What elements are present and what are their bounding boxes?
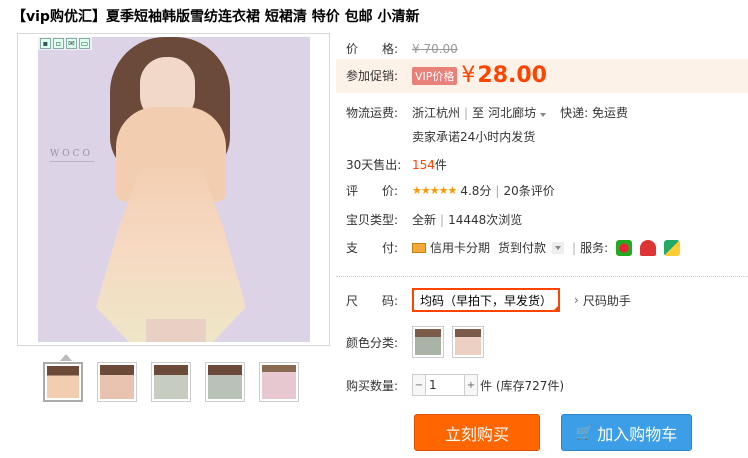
product-main-image[interactable]: WOCO [38, 37, 310, 342]
model-legs [146, 319, 206, 342]
vip-price-badge: VIP价格 [412, 66, 458, 85]
shipping-fee: 快递: 免运费 [560, 106, 628, 120]
heart-guarantee-icon[interactable] [640, 239, 657, 256]
size-row: 尺 码: 均码（早拍下，早发货） › 尺码助手 [346, 288, 631, 312]
credit-installment-link[interactable]: 信用卡分期 [430, 239, 490, 256]
main-image-frame[interactable]: WOCO ▪ ▫ ✉ ▭ [17, 33, 330, 346]
original-price: ¥ 70.00 [412, 41, 458, 56]
cod-link[interactable]: 货到付款 [498, 239, 546, 256]
item-condition: 全新 [412, 213, 437, 227]
thumbnail-3[interactable] [151, 362, 191, 402]
save-icon[interactable]: ▪ [40, 38, 51, 49]
color-option-green[interactable] [412, 326, 444, 358]
seven-day-return-icon[interactable] [616, 239, 633, 256]
print-icon[interactable]: ▫ [53, 38, 64, 49]
service-label: 服务: [580, 241, 609, 255]
sales-unit: 件 [434, 158, 447, 172]
quantity-increase-button[interactable]: + [464, 374, 478, 396]
rating-row: 评 价: ★★★★★ 4.8分 | 20条评价 [346, 182, 555, 199]
view-count: 14448次浏览 [448, 213, 523, 227]
price-label: 价 格: [346, 42, 399, 56]
payment-label: 支 付: [346, 241, 399, 255]
rating-stars-icon: ★★★★★ [412, 184, 457, 197]
credit-card-icon [412, 242, 426, 253]
price-row: 价 格: ¥ 70.00 [346, 40, 458, 57]
color-row: 颜色分类: [346, 326, 492, 358]
review-count-link[interactable]: 20条评价 [503, 182, 554, 199]
quantity-input[interactable] [426, 374, 464, 396]
product-title: 【vip购优汇】夏季短袖韩版雪纺连衣裙 短裙清 特价 包邮 小清新 [12, 9, 420, 25]
rating-score: 4.8分 [460, 184, 492, 198]
buy-now-button[interactable]: 立刻购买 [414, 414, 540, 451]
watermark-rule [50, 161, 94, 189]
thumbnail-1[interactable] [43, 362, 83, 402]
quantity-label: 购买数量: [346, 378, 399, 393]
sales-label: 30天售出: [346, 158, 402, 172]
shipping-label: 物流运费: [346, 106, 399, 120]
ship-from: 浙江杭州 [412, 106, 461, 120]
product-info-panel: 价 格: ¥ 70.00 参加促销: VIP价格 ¥ 28.00 物流运费: 浙… [336, 30, 748, 272]
size-option-onesize[interactable]: 均码（早拍下，早发货） [412, 288, 561, 312]
cart-icon: 🛒 [575, 424, 594, 441]
stock-text: 件 (库存727件) [480, 378, 565, 393]
promo-label: 参加促销: [346, 69, 399, 83]
thumbnail-4[interactable] [205, 362, 245, 402]
promo-price: 28.00 [477, 63, 547, 88]
thumbnail-strip [43, 362, 299, 402]
mail-icon[interactable]: ✉ [66, 38, 77, 49]
color-label: 颜色分类: [346, 335, 399, 350]
sales-row: 30天售出: 154 件 [346, 156, 447, 173]
item-type-label: 宝贝类型: [346, 213, 399, 227]
chevron-right-icon: › [574, 293, 579, 307]
ship-to-prefix: 至 [472, 106, 485, 120]
ship-to-select[interactable]: 河北廊坊 [488, 104, 547, 121]
item-type-row: 宝贝类型: 全新 | 14448次浏览 [346, 212, 523, 228]
promo-row: 参加促销: VIP价格 ¥ 28.00 [346, 63, 547, 88]
image-toolbar: ▪ ▫ ✉ ▭ [38, 37, 92, 50]
quantity-stepper: − + [412, 374, 478, 396]
thumbnail-5[interactable] [259, 362, 299, 402]
quantity-row: 购买数量: − + 件 (库存727件) [346, 374, 564, 396]
chevron-down-icon [540, 113, 547, 117]
watermark-text: WOCO [50, 149, 93, 159]
folder-icon[interactable]: ▭ [79, 38, 90, 49]
payment-dropdown[interactable] [552, 241, 565, 254]
add-to-cart-button[interactable]: 🛒 加入购物车 [561, 414, 692, 451]
selected-corner-icon [552, 304, 561, 312]
sales-count: 154 [412, 157, 435, 172]
quantity-decrease-button[interactable]: − [412, 374, 426, 396]
color-option-pink[interactable] [452, 326, 484, 358]
payment-row: 支 付: 信用卡分期 货到付款 | 服务: [346, 239, 681, 256]
section-divider [336, 276, 748, 277]
size-helper-link[interactable]: 尺码助手 [583, 292, 631, 309]
ship-promise: 卖家承诺24小时内发货 [412, 130, 536, 144]
consumer-protection-icon[interactable] [664, 239, 681, 256]
thumbnail-2[interactable] [97, 362, 137, 402]
shipping-row: 物流运费: 浙江杭州 | 至 河北廊坊 快递: 免运费 [346, 104, 628, 121]
rating-label: 评 价: [346, 184, 399, 198]
chevron-down-icon [555, 245, 562, 250]
thumbnail-pointer-icon [60, 354, 72, 361]
size-label: 尺 码: [346, 293, 399, 308]
currency-symbol: ¥ [461, 63, 476, 88]
